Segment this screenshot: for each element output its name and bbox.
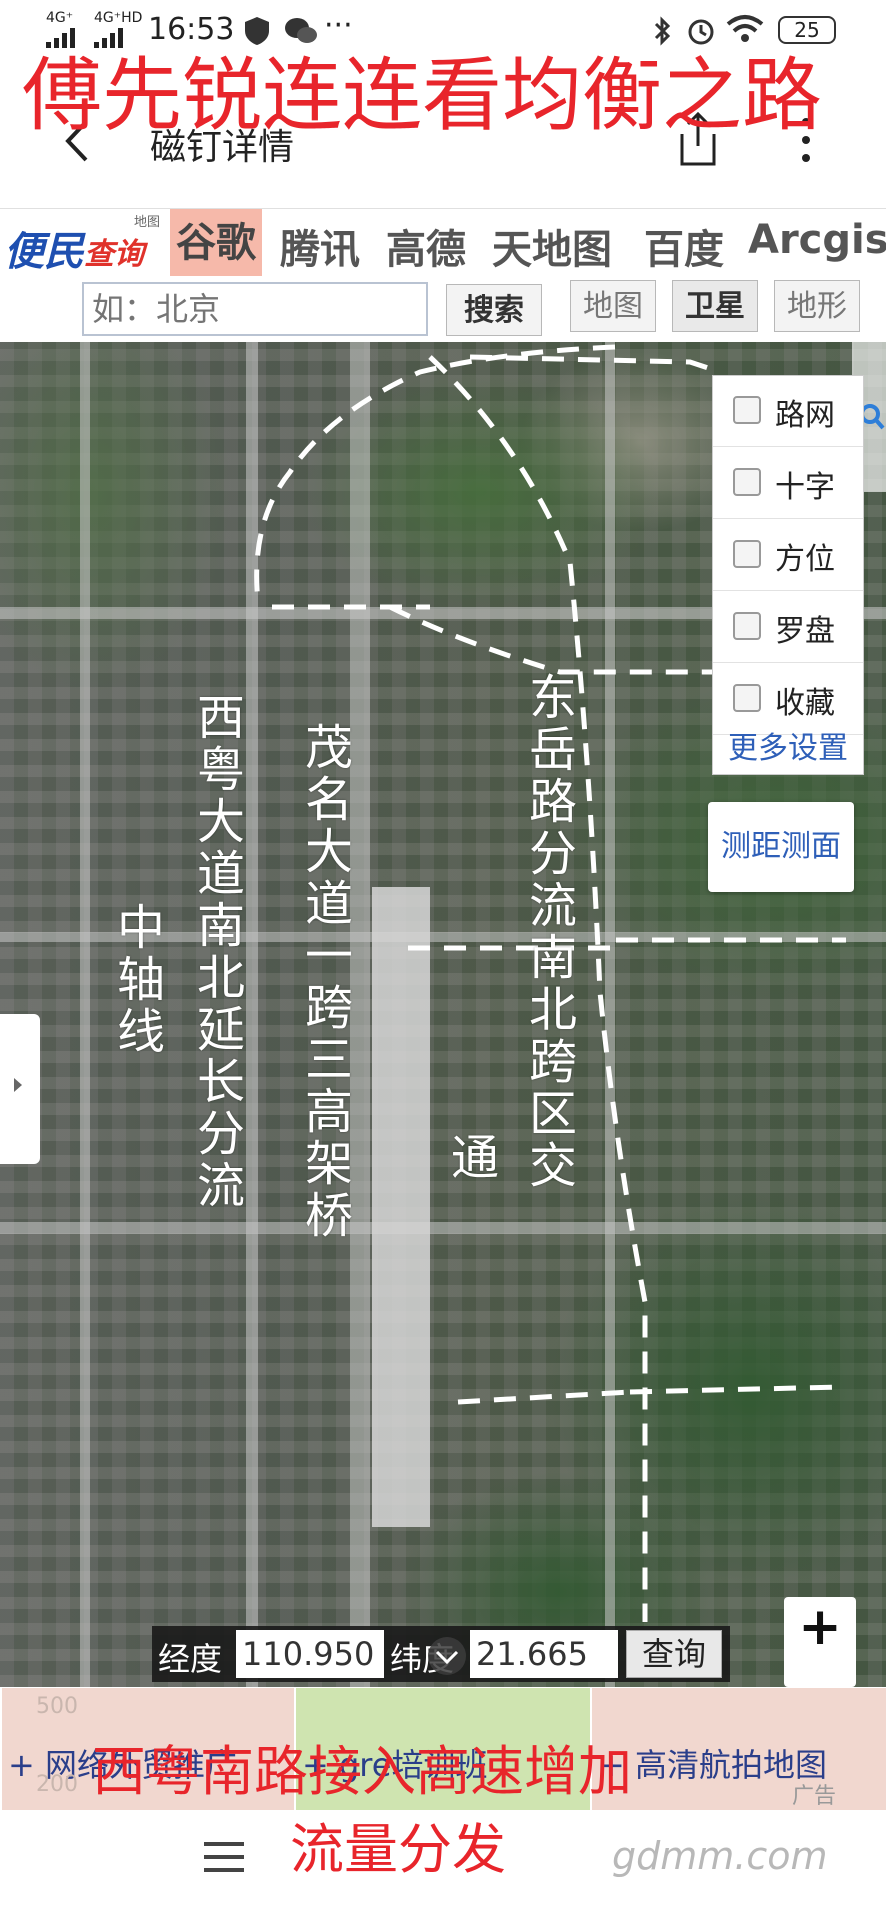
signal-icon xyxy=(46,28,76,48)
setting-label: 方位 xyxy=(775,542,835,577)
setting-road-network[interactable]: 路网 xyxy=(713,376,863,447)
measure-button[interactable]: 测距测面 xyxy=(708,802,854,892)
provider-tab-gaode[interactable]: 高德 xyxy=(386,217,466,275)
checkbox[interactable] xyxy=(733,396,761,424)
setting-label: 罗盘 xyxy=(775,614,835,649)
map-label-central-axis: 中轴线 xyxy=(108,902,164,1058)
network-indicator-2: 4G⁺HD xyxy=(94,10,143,26)
provider-tab-tencent[interactable]: 腾讯 xyxy=(280,217,360,275)
ad-item-3[interactable]: + 高清航拍地图 广告 xyxy=(592,1688,886,1810)
checkbox[interactable] xyxy=(733,468,761,496)
latitude-input[interactable] xyxy=(470,1630,618,1678)
alarm-icon xyxy=(686,16,716,50)
setting-label: 路网 xyxy=(775,398,835,433)
network-indicator-1: 4G⁺ xyxy=(46,10,74,26)
wechat-icon xyxy=(284,16,318,50)
setting-crosshair[interactable]: 十字 xyxy=(713,448,863,519)
menu-icon[interactable] xyxy=(204,1840,244,1878)
signal-icon-2 xyxy=(94,28,124,48)
checkbox[interactable] xyxy=(733,612,761,640)
setting-orientation[interactable]: 方位 xyxy=(713,520,863,591)
coordinate-bar: 经度 纬度 查询 xyxy=(152,1626,730,1682)
search-button[interactable]: 搜索 xyxy=(446,284,542,336)
chevron-right-icon xyxy=(8,1070,28,1104)
search-row: 搜索 地图 卫星 地形 xyxy=(0,276,886,342)
more-notifications: ··· xyxy=(324,8,353,43)
setting-compass[interactable]: 罗盘 xyxy=(713,592,863,663)
status-time: 16:53 xyxy=(148,12,235,47)
setting-label: 十字 xyxy=(775,470,835,505)
site-logo: 便民 查询网 地图 xyxy=(4,211,164,316)
map-settings-panel: 路网 十字 方位 罗盘 收藏 更多设置 xyxy=(712,375,864,775)
watermark: gdmm.com xyxy=(612,1834,828,1878)
map-label-tong: 通 xyxy=(442,1132,498,1184)
overlay-title-bottom-line1: 西粤南路接入高速增加 xyxy=(92,1740,632,1803)
query-button[interactable]: 查询 xyxy=(626,1630,722,1678)
setting-label: 收藏 xyxy=(775,686,835,721)
bluetooth-icon xyxy=(652,16,672,50)
zoom-controls: + xyxy=(784,1597,856,1687)
checkbox[interactable] xyxy=(733,684,761,712)
chevron-down-icon[interactable] xyxy=(424,1636,470,1680)
map-type-map[interactable]: 地图 xyxy=(570,280,656,332)
checkbox[interactable] xyxy=(733,540,761,568)
overlay-title-top: 傅先锐连连看均衡之路 xyxy=(22,49,822,142)
map-label-maoming-viaduct: 茂名大道一跨三高架桥 xyxy=(296,722,352,1242)
map-label-dongyue-road: 东岳路分流南北跨区交 xyxy=(520,672,576,1192)
longitude-label: 经度 xyxy=(158,1640,223,1678)
battery-indicator: 25 xyxy=(778,16,836,44)
side-drawer-toggle[interactable] xyxy=(0,1014,40,1164)
logo-small-text: 地图 xyxy=(134,215,161,230)
map-scale-label-2: 200 xyxy=(36,1772,78,1797)
provider-tab-tianditu[interactable]: 天地图 xyxy=(492,217,612,275)
map-type-satellite[interactable]: 卫星 xyxy=(672,280,758,332)
map-provider-bar: 便民 查询网 地图 谷歌 腾讯 高德 天地图 百度 Arcgis xyxy=(0,208,886,316)
map-scale-label: 500 xyxy=(36,1694,78,1719)
wifi-icon xyxy=(726,14,764,48)
search-input[interactable] xyxy=(82,282,428,336)
provider-tab-arcgis[interactable]: Arcgis xyxy=(748,217,886,263)
map-label-xiyue-avenue: 西粤大道南北延长分流 xyxy=(188,692,244,1212)
more-settings-link[interactable]: 更多设置 xyxy=(713,724,863,774)
logo-text-1: 便民 xyxy=(4,229,84,275)
ad-badge: 广告 xyxy=(792,1784,837,1809)
provider-tab-google[interactable]: 谷歌 xyxy=(170,209,262,277)
shield-icon xyxy=(244,16,270,50)
provider-tab-baidu[interactable]: 百度 xyxy=(644,217,724,275)
map-type-terrain[interactable]: 地形 xyxy=(774,280,860,332)
overlay-title-bottom-line2: 流量分发 xyxy=(290,1818,506,1881)
zoom-in-button[interactable]: + xyxy=(784,1597,856,1657)
longitude-input[interactable] xyxy=(236,1630,384,1678)
